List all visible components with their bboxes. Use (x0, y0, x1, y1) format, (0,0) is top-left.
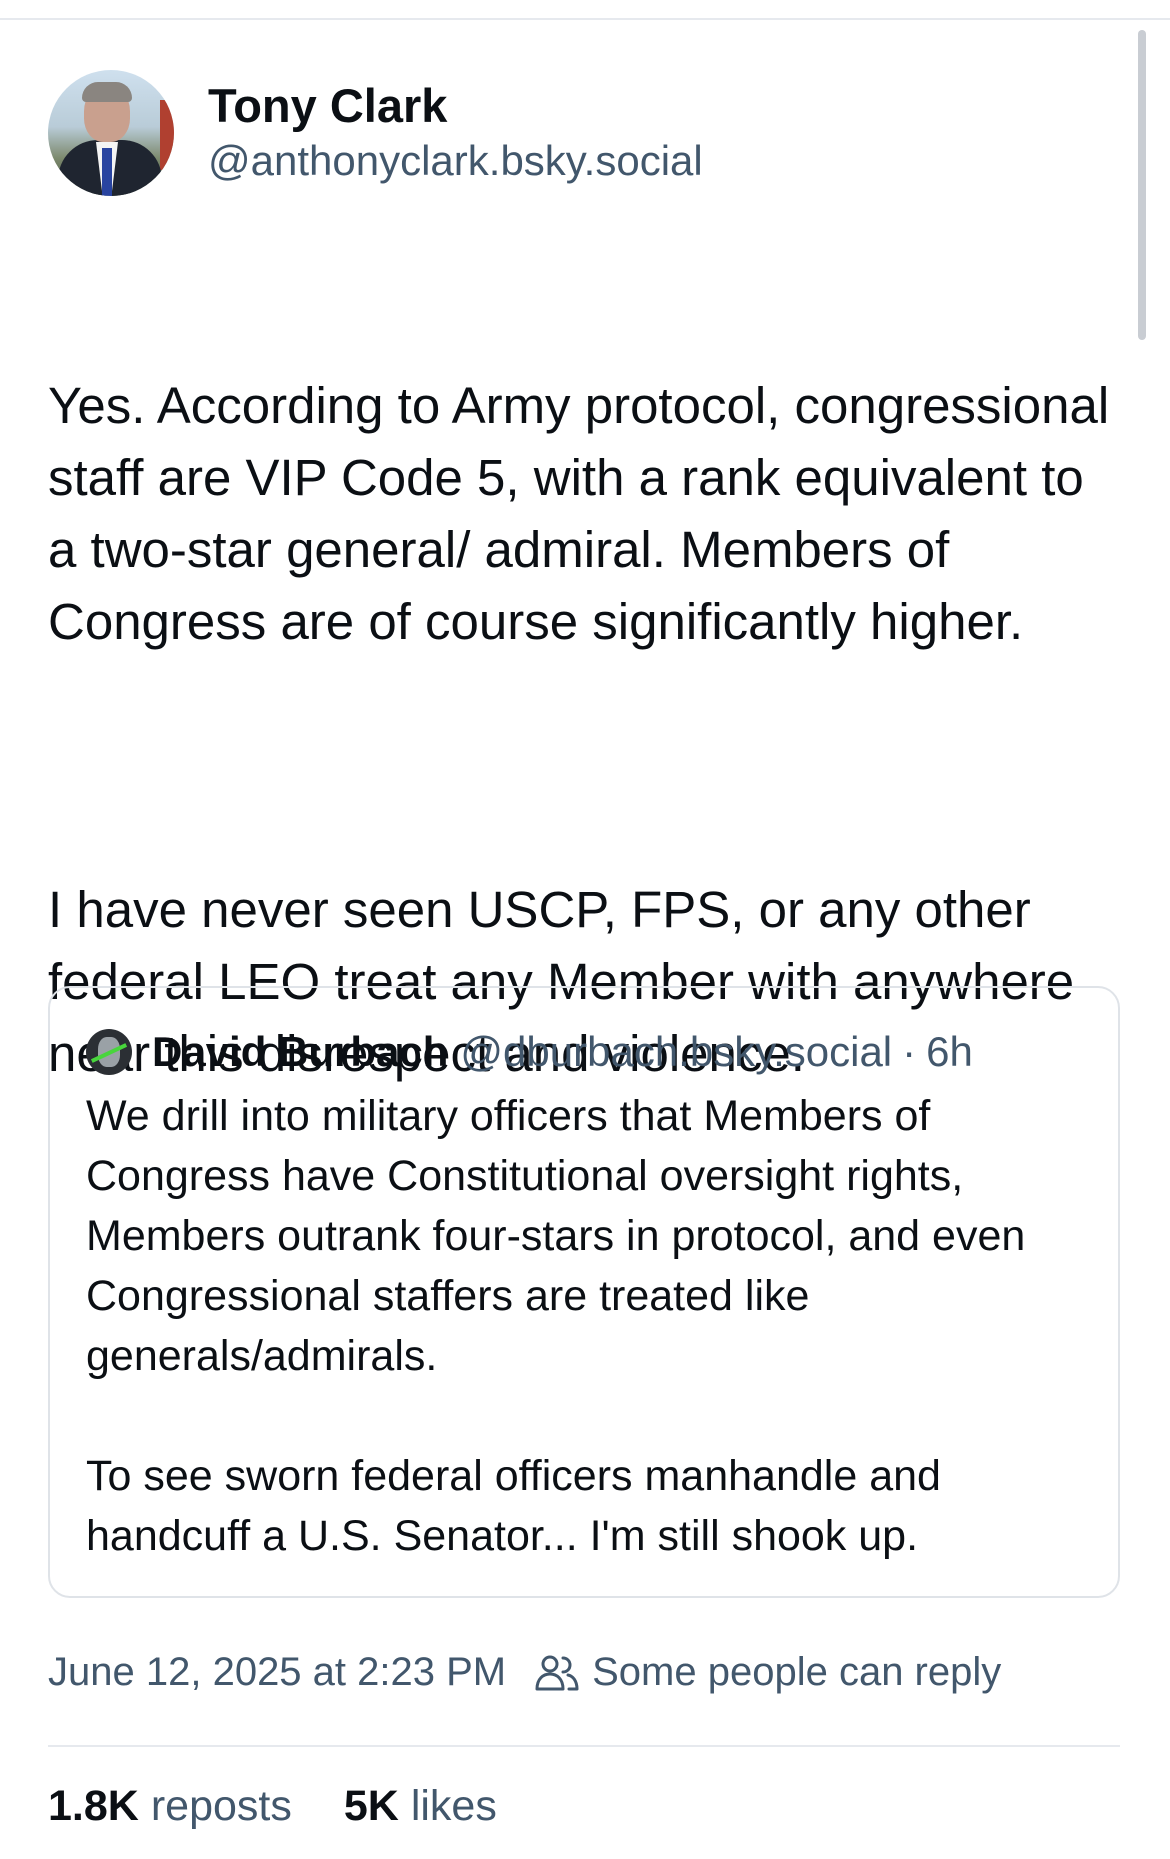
author-names: Tony Clark @anthonyclark.bsky.social (208, 78, 703, 188)
scrollbar[interactable] (1138, 30, 1146, 340)
stats-divider (48, 1745, 1120, 1747)
reposts-stat[interactable]: 1.8K reposts (48, 1782, 292, 1831)
quoted-post-header: David Burbach @dburbach.bsky.social · 6h (86, 1026, 1082, 1078)
reposts-label: reposts (150, 1782, 292, 1830)
likes-label: likes (410, 1782, 497, 1830)
quoted-post-text: We drill into military officers that Mem… (86, 1086, 1082, 1566)
quoted-author-avatar[interactable] (86, 1029, 132, 1075)
author-avatar[interactable] (48, 70, 174, 196)
post-meta-row: June 12, 2025 at 2:23 PM Some people can… (48, 1650, 1001, 1695)
quoted-paragraph: We drill into military officers that Mem… (86, 1092, 1026, 1380)
post-author-row[interactable]: Tony Clark @anthonyclark.bsky.social (48, 68, 1120, 198)
quoted-author-handle: @dburbach.bsky.social (460, 1028, 893, 1075)
quoted-post[interactable]: David Burbach @dburbach.bsky.social · 6h… (48, 986, 1120, 1598)
post-stats: 1.8K reposts 5K likes (48, 1782, 497, 1831)
quoted-paragraph: To see sworn federal officers manhandle … (86, 1452, 941, 1560)
reposts-count: 1.8K (48, 1782, 139, 1830)
author-display-name[interactable]: Tony Clark (208, 78, 703, 134)
likes-count: 5K (343, 1782, 399, 1830)
author-handle[interactable]: @anthonyclark.bsky.social (208, 134, 703, 188)
separator-dot: · (902, 1028, 917, 1075)
likes-stat[interactable]: 5K likes (344, 1782, 497, 1831)
post-paragraph: Yes. According to Army protocol, congres… (48, 377, 1124, 650)
top-divider (0, 18, 1170, 20)
post-timestamp: June 12, 2025 at 2:23 PM (48, 1650, 507, 1694)
quoted-author-display-name: David Burbach (152, 1028, 449, 1075)
reply-setting[interactable]: Some people can reply (592, 1650, 1001, 1695)
quoted-post-time: 6h (926, 1028, 973, 1075)
people-icon (535, 1655, 579, 1690)
